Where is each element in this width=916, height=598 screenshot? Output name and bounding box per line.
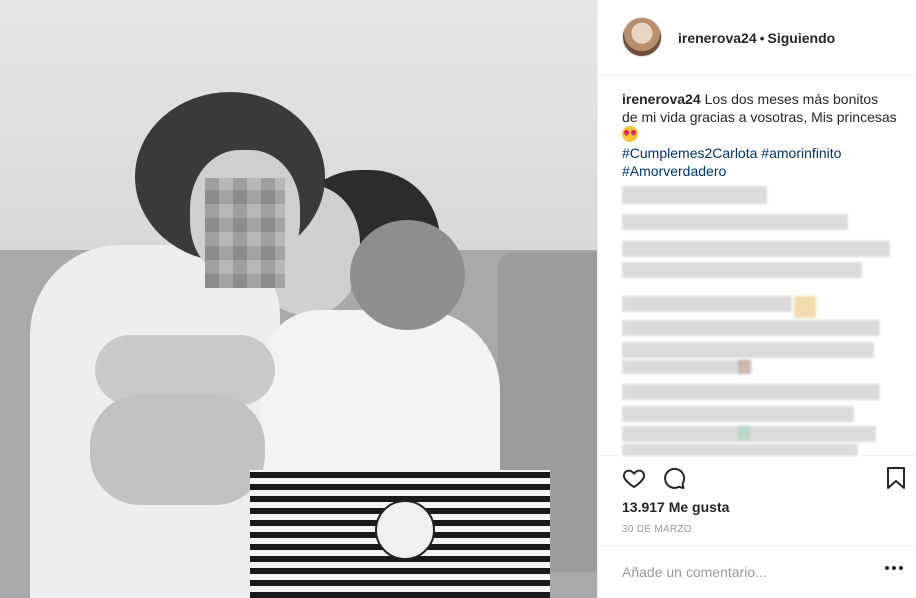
hashtag-link[interactable]: #Cumplemes2Carlota	[622, 145, 757, 161]
blurred-comment-line	[622, 360, 752, 374]
hashtag-link[interactable]: #Amorverdadero	[622, 163, 726, 179]
comment-bubble-icon[interactable]	[662, 466, 688, 492]
blurred-comment-line	[622, 296, 792, 312]
username-link[interactable]: irenerova24	[678, 30, 757, 46]
hashtag-link[interactable]: #amorinfinito	[761, 145, 841, 161]
blurred-comment-line	[622, 214, 848, 230]
comment-bar	[598, 545, 916, 598]
blurred-emoji	[738, 360, 750, 374]
comment-input[interactable]	[622, 561, 872, 583]
post-photo	[0, 0, 597, 598]
caption-username[interactable]: irenerova24	[622, 91, 701, 107]
post-side-panel: irenerova24 • Siguiendo irenerova24 Los dos…	[597, 0, 916, 598]
blurred-comment-line	[622, 406, 854, 422]
blurred-comment-line	[622, 342, 874, 358]
header-text: irenerova24 • Siguiendo	[678, 30, 835, 46]
avatar[interactable]	[622, 17, 662, 57]
photo-hand-lower	[90, 395, 265, 505]
blurred-comment-line	[622, 384, 880, 400]
post-date: 30 DE MARZO	[622, 524, 692, 535]
photo-pixelated-face	[205, 178, 285, 288]
blurred-comment-line	[622, 262, 862, 278]
blurred-comment-line	[622, 320, 880, 336]
blurred-emoji	[738, 426, 750, 440]
post-actions	[598, 455, 916, 495]
more-options-icon[interactable]	[885, 566, 903, 572]
blurred-comment-line	[622, 186, 767, 204]
photo-baby-head	[350, 220, 465, 330]
separator-dot: •	[759, 30, 765, 46]
blurred-comment-line	[622, 241, 890, 257]
post-caption: irenerova24 Los dos meses más bonitos de …	[622, 90, 897, 144]
bookmark-icon[interactable]	[885, 466, 911, 492]
photo-clothing-patch	[375, 500, 435, 560]
hashtag-list: #Cumplemes2Carlota #amorinfinito #Amorve…	[622, 144, 902, 180]
post-header: irenerova24 • Siguiendo	[598, 0, 916, 76]
heart-eyes-emoji-icon	[622, 126, 638, 142]
heart-icon[interactable]	[622, 466, 648, 492]
like-count[interactable]: 13.917 Me gusta	[622, 499, 729, 515]
blurred-emoji	[794, 296, 816, 318]
following-button[interactable]: Siguiendo	[768, 30, 836, 46]
